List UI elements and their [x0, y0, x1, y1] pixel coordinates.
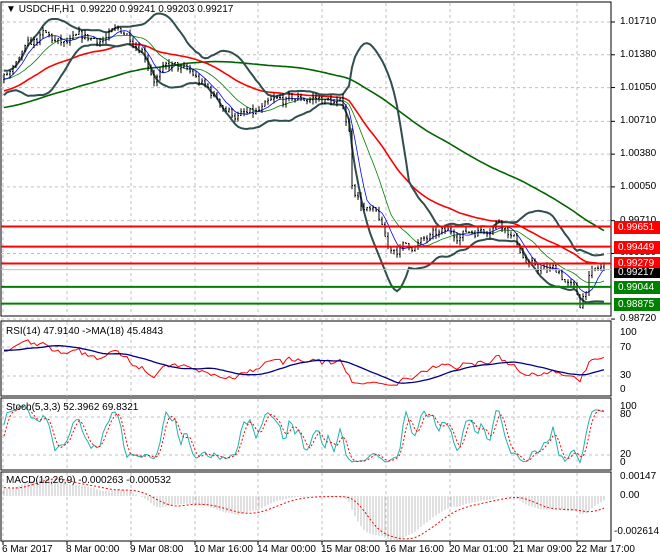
price-axis-label: 1.01710	[620, 16, 657, 27]
symbol-label: USDCHF,H1	[18, 4, 75, 15]
time-axis-label: 14 Mar 00:00	[257, 544, 316, 555]
time-axis-label: 9 Mar 08:00	[130, 544, 184, 555]
price-axis-label: 1.00380	[620, 148, 657, 160]
level-price-tag: 0.99044	[614, 280, 660, 294]
indicator-panel-frame	[0, 1, 612, 317]
macd-tick: 0.00147	[620, 471, 657, 482]
macd-label: MACD(12,26,9) -0.000263 -0.000532	[6, 475, 172, 486]
rsi-label: RSI(14) 47.9140 ->MA(18) 45.4843	[6, 326, 164, 337]
time-axis-label: 22 Mar 17:00	[576, 544, 635, 555]
close-value: 0.99217	[197, 4, 234, 15]
rsi-tick: 30	[620, 370, 632, 381]
collapse-triangle-icon[interactable]: ▼	[6, 4, 16, 15]
time-axis-label: 15 Mar 08:00	[321, 544, 380, 555]
time-axis-label: 21 Mar 09:00	[513, 544, 572, 555]
time-axis-label: 20 Mar 01:00	[449, 544, 508, 555]
rsi-tick: 100	[620, 327, 637, 338]
time-axis-label: 6 Mar 2017	[2, 544, 53, 555]
price-axis-label: 1.01380	[620, 48, 657, 60]
stoch-tick: 0	[620, 457, 626, 468]
level-price-tag: 0.99449	[614, 240, 660, 254]
open-value: 0.99220	[80, 4, 117, 15]
level-price-tag: 0.98875	[614, 297, 660, 311]
time-axis-label: 10 Mar 16:00	[194, 544, 253, 555]
macd-tick: 0.00	[620, 490, 640, 501]
level-price-tag: 0.99651	[614, 220, 660, 234]
stoch-tick: 80	[620, 409, 632, 420]
price-axis-label: 1.00050	[620, 180, 657, 192]
price-axis-label: 0.98720	[620, 313, 657, 325]
stoch-label: Stoch(5,3,3) 52.3962 69.8321	[6, 402, 139, 413]
low-value: 0.99203	[158, 4, 195, 15]
rsi-tick: 0	[620, 384, 626, 395]
macd-tick: -0.002614	[614, 526, 660, 537]
current-price-tag: 0.99217	[614, 267, 660, 278]
rsi-tick: 70	[620, 342, 632, 353]
chart-header: ▼ USDCHF,H1 0.99220 0.99241 0.99203 0.99…	[6, 4, 233, 16]
ma-slow-line	[3, 60, 605, 232]
time-axis-label: 16 Mar 16:00	[385, 544, 444, 555]
high-value: 0.99241	[119, 4, 156, 15]
price-axis-label: 1.01050	[620, 81, 657, 93]
time-axis-label: 8 Mar 00:00	[66, 544, 120, 555]
price-axis-label: 1.00710	[620, 115, 657, 127]
